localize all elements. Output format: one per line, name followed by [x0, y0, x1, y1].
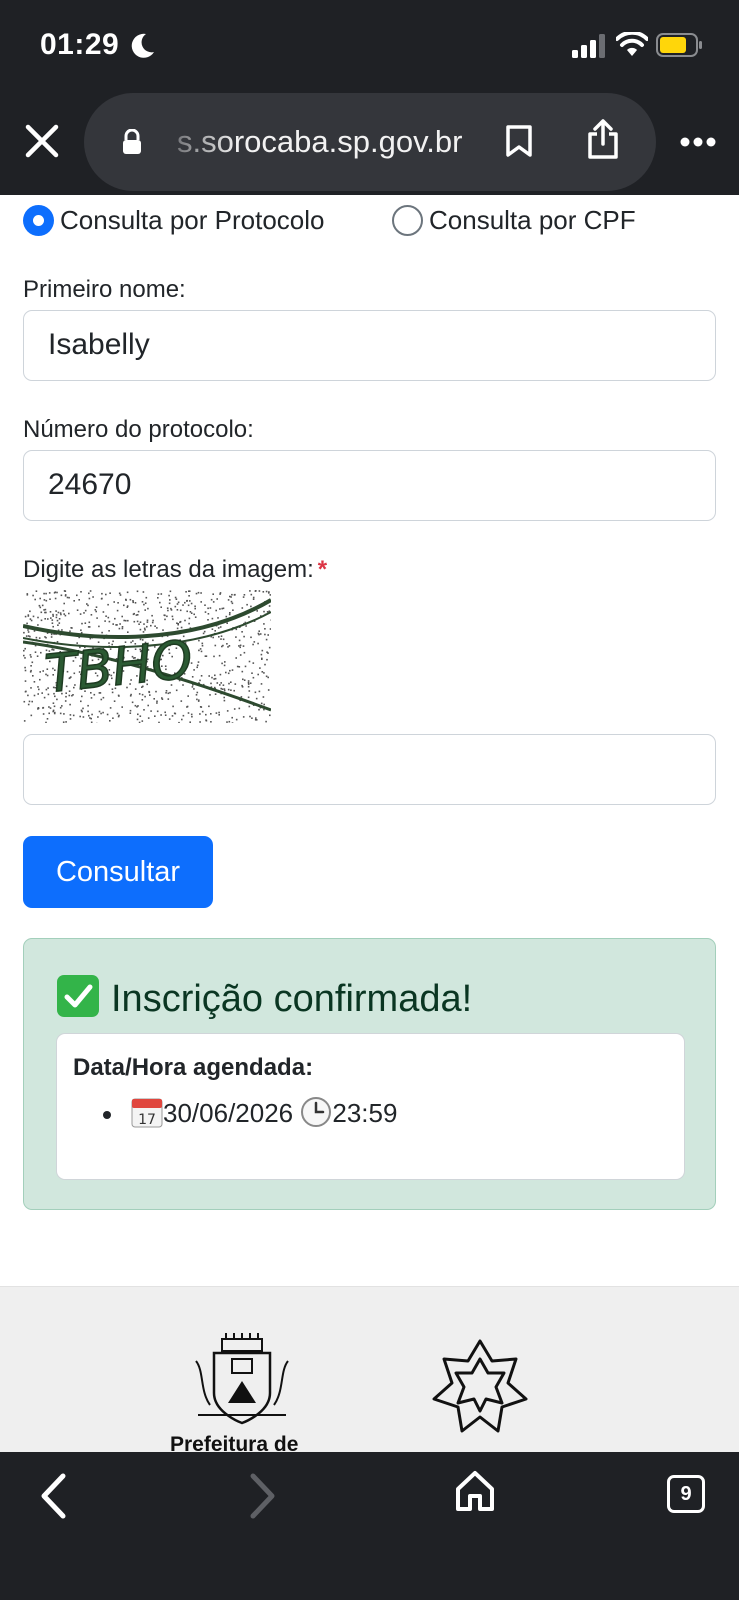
captcha-input[interactable] [23, 734, 716, 805]
captcha-noise-graphic: TBHO [23, 590, 271, 723]
radio-cpf-label[interactable]: Consulta por CPF [429, 205, 636, 236]
captcha-image: TBHO [23, 590, 271, 723]
captcha-label: Digite as letras da imagem: * [23, 556, 327, 584]
bookmark-icon[interactable] [505, 124, 533, 158]
consultar-button[interactable]: Consultar [23, 836, 213, 908]
more-options-icon[interactable] [680, 137, 716, 147]
radio-protocolo-label[interactable]: Consulta por Protocolo [60, 205, 324, 236]
first-name-input[interactable]: Isabelly [23, 310, 716, 381]
check-mark-icon [57, 975, 99, 1017]
wifi-icon [616, 32, 648, 56]
radio-cpf[interactable] [392, 205, 423, 236]
list-bullet [103, 1111, 111, 1119]
moon-icon [131, 33, 154, 58]
lock-icon [123, 129, 141, 154]
schedule-date: 30/06/2026 [163, 1098, 294, 1128]
captcha-label-text: Digite as letras da imagem: [23, 556, 314, 583]
city-crest-logo [195, 1333, 289, 1425]
confirmation-title-text: Inscrição confirmada! [111, 978, 473, 1020]
back-arrow-icon[interactable] [38, 1471, 68, 1521]
share-icon[interactable] [586, 118, 620, 160]
consulta-mode-radios: Consulta por Protocolo Consulta por CPF [23, 203, 723, 239]
star-emblem-logo [432, 1339, 528, 1433]
cellular-signal-icon [572, 34, 605, 58]
schedule-item: 17 30/06/2026 23:59 [131, 1096, 397, 1129]
forward-arrow-icon[interactable] [248, 1471, 278, 1521]
confirmation-alert: Inscrição confirmada! Data/Hora agendada… [23, 938, 716, 1210]
calendar-icon: 17 [131, 1098, 163, 1128]
radio-protocolo[interactable] [23, 205, 54, 236]
svg-text:17: 17 [138, 1112, 156, 1128]
schedule-card: Data/Hora agendada: 17 30/06/2026 23:59 [56, 1033, 685, 1180]
battery-icon [656, 33, 702, 57]
url-text[interactable]: s.sorocaba.sp.gov.br [177, 124, 477, 160]
captcha-text: TBHO [42, 630, 195, 705]
required-asterisk: * [317, 556, 328, 583]
home-icon[interactable] [454, 1469, 496, 1513]
page-footer: Prefeitura de [0, 1286, 739, 1452]
confirmation-title: Inscrição confirmada! [57, 975, 472, 1021]
schedule-card-title: Data/Hora agendada: [73, 1054, 314, 1081]
protocol-label: Número do protocolo: [23, 416, 254, 443]
protocol-input[interactable]: 24670 [23, 450, 716, 521]
browser-toolbar [0, 1452, 739, 1600]
prefeitura-logo-text: Prefeitura de [170, 1433, 299, 1452]
schedule-time: 23:59 [332, 1098, 398, 1128]
clock-icon [301, 1097, 332, 1127]
tabs-count-button[interactable]: 9 [667, 1475, 705, 1513]
first-name-label: Primeiro nome: [23, 276, 186, 303]
status-time: 01:29 [40, 28, 120, 61]
close-icon[interactable] [22, 121, 62, 161]
